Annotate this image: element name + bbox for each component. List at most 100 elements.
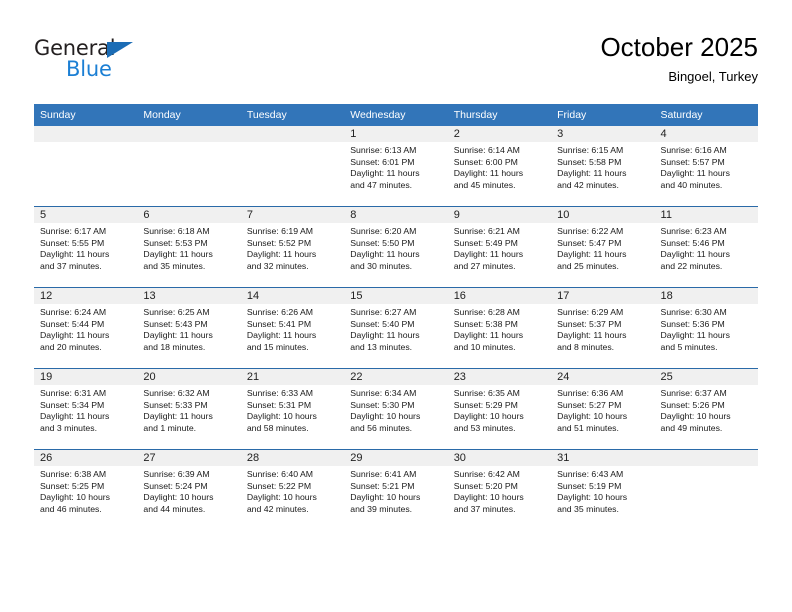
calendar-day-cell[interactable]: 18 Sunrise: 6:30 AM Sunset: 5:36 PM Dayligh… [654,287,758,369]
calendar-day-cell[interactable]: 19 Sunrise: 6:31 AM Sunset: 5:34 PM Dayligh… [34,368,138,450]
daylight-text-line2: and 8 minutes. [557,341,615,352]
calendar-day-cell[interactable]: 8 Sunrise: 6:20 AM Sunset: 5:50 PM Daylight… [344,206,448,288]
sunrise-text: Sunrise: 6:23 AM [660,226,727,236]
calendar-day-cell[interactable]: 29 Sunrise: 6:41 AM Sunset: 5:21 PM Dayligh… [344,449,448,530]
daylight-text-line2: and 40 minutes. [660,179,723,190]
daylight-text-line2: and 27 minutes. [453,260,516,271]
calendar-day-cell[interactable]: 26 Sunrise: 6:38 AM Sunset: 5:25 PM Dayligh… [34,449,138,530]
sunrise-text: Sunrise: 6:33 AM [246,388,314,398]
daylight-text-line2: and 18 minutes. [143,341,206,352]
day-details: Sunrise: 6:17 AM Sunset: 5:55 PM Daylight:… [34,223,137,272]
calendar-day-cell[interactable]: 16 Sunrise: 6:28 AM Sunset: 5:38 PM Dayligh… [447,287,552,369]
day-number: 11 [654,207,758,223]
calendar-week-row: 19 Sunrise: 6:31 AM Sunset: 5:34 PM Dayligh… [34,368,758,450]
sunset-text: Sunset: 6:01 PM [350,156,415,167]
logo-text-blue: Blue [66,57,112,81]
calendar-day-cell[interactable]: 14 Sunrise: 6:26 AM Sunset: 5:41 PM Dayligh… [240,287,345,369]
day-number: 22 [344,369,448,385]
calendar-day-cell[interactable]: 13 Sunrise: 6:25 AM Sunset: 5:43 PM Dayligh… [137,287,241,369]
day-details: Sunrise: 6:33 AM Sunset: 5:31 PM Daylight:… [241,385,344,434]
daylight-text-line2: and 44 minutes. [143,503,206,514]
daylight-text-line1: Daylight: 10 hours [660,411,731,422]
daylight-text-line2: and 1 minute. [143,422,197,433]
calendar-day-cell[interactable]: 20 Sunrise: 6:32 AM Sunset: 5:33 PM Dayligh… [137,368,241,450]
day-number: 28 [240,450,345,466]
calendar-day-cell[interactable]: 9 Sunrise: 6:21 AM Sunset: 5:49 PM Daylight… [447,206,552,288]
calendar-week-row: 1 Sunrise: 6:13 AM Sunset: 6:01 PM Daylight… [34,126,758,207]
sunrise-text: Sunrise: 6:16 AM [660,145,727,155]
daylight-text-line2: and 42 minutes. [557,179,619,190]
day-details: Sunrise: 6:13 AM Sunset: 6:01 PM Daylight:… [344,142,447,191]
calendar-day-cell[interactable]: 27 Sunrise: 6:39 AM Sunset: 5:24 PM Dayligh… [137,449,241,530]
day-number: 1 [344,126,448,142]
sunrise-text: Sunrise: 6:17 AM [40,226,107,236]
calendar-day-cell[interactable]: 25 Sunrise: 6:37 AM Sunset: 5:26 PM Dayligh… [654,368,758,450]
day-number: 6 [137,207,241,223]
sunrise-text: Sunrise: 6:19 AM [246,226,314,236]
day-details: Sunrise: 6:18 AM Sunset: 5:53 PM Daylight:… [137,223,240,272]
sunrise-text: Sunrise: 6:29 AM [557,307,624,317]
daylight-text-line2: and 47 minutes. [350,179,413,190]
calendar-day-cell[interactable]: 7 Sunrise: 6:19 AM Sunset: 5:52 PM Daylight… [240,206,345,288]
daylight-text-line1: Daylight: 10 hours [40,492,111,503]
sunset-text: Sunset: 5:55 PM [40,237,105,248]
calendar-day-cell[interactable]: 23 Sunrise: 6:35 AM Sunset: 5:29 PM Dayligh… [447,368,552,450]
sunset-text: Sunset: 5:29 PM [453,399,518,410]
calendar-day-cell[interactable]: 28 Sunrise: 6:40 AM Sunset: 5:22 PM Dayligh… [240,449,345,530]
calendar-week-row: 26 Sunrise: 6:38 AM Sunset: 5:25 PM Dayligh… [34,449,758,530]
day-number: 12 [34,288,138,304]
calendar-day-cell[interactable]: 10 Sunrise: 6:22 AM Sunset: 5:47 PM Dayligh… [551,206,655,288]
calendar-day-cell[interactable]: 1 Sunrise: 6:13 AM Sunset: 6:01 PM Daylight… [344,126,448,207]
daylight-text-line2: and 37 minutes. [453,503,516,514]
day-details: Sunrise: 6:24 AM Sunset: 5:44 PM Daylight:… [34,304,137,353]
sunset-text: Sunset: 5:24 PM [143,480,208,491]
calendar-day-cell[interactable]: 3 Sunrise: 6:15 AM Sunset: 5:58 PM Daylight… [551,126,655,207]
day-details: Sunrise: 6:36 AM Sunset: 5:27 PM Daylight:… [551,385,654,434]
sunrise-text: Sunrise: 6:34 AM [350,388,417,398]
day-number [34,126,138,142]
calendar-day-cell[interactable]: 22 Sunrise: 6:34 AM Sunset: 5:30 PM Dayligh… [344,368,448,450]
sunset-text: Sunset: 5:53 PM [143,237,208,248]
daylight-text-line2: and 3 minutes. [40,422,97,433]
day-number: 4 [654,126,758,142]
sunrise-text: Sunrise: 6:28 AM [453,307,520,317]
sunset-text: Sunset: 5:20 PM [453,480,518,491]
day-details: Sunrise: 6:32 AM Sunset: 5:33 PM Daylight:… [137,385,240,434]
calendar-day-cell[interactable]: 2 Sunrise: 6:14 AM Sunset: 6:00 PM Daylight… [447,126,552,207]
calendar-day-cell[interactable]: 30 Sunrise: 6:42 AM Sunset: 5:20 PM Dayligh… [447,449,552,530]
daylight-text-line2: and 35 minutes. [143,260,206,271]
daylight-text-line1: Daylight: 10 hours [143,492,214,503]
daylight-text-line2: and 20 minutes. [40,341,102,352]
daylight-text-line2: and 45 minutes. [453,179,516,190]
day-number: 19 [34,369,138,385]
title-block: October 2025 Bingoel, Turkey [600,32,758,84]
daylight-text-line1: Daylight: 11 hours [453,249,524,260]
calendar-day-cell[interactable]: 4 Sunrise: 6:16 AM Sunset: 5:57 PM Daylight… [654,126,758,207]
calendar-body: 1 Sunrise: 6:13 AM Sunset: 6:01 PM Daylight… [34,126,758,530]
sunset-text: Sunset: 5:38 PM [453,318,518,329]
calendar-day-cell[interactable]: 6 Sunrise: 6:18 AM Sunset: 5:53 PM Daylight… [137,206,241,288]
day-details: Sunrise: 6:16 AM Sunset: 5:57 PM Daylight:… [655,142,758,191]
sunset-text: Sunset: 5:30 PM [350,399,415,410]
general-blue-logo[interactable]: General Blue [34,36,164,84]
day-details: Sunrise: 6:20 AM Sunset: 5:50 PM Daylight:… [344,223,447,272]
daylight-text-line1: Daylight: 11 hours [143,249,213,260]
daylight-text-line2: and 46 minutes. [40,503,102,514]
calendar-day-cell[interactable]: 21 Sunrise: 6:33 AM Sunset: 5:31 PM Dayligh… [240,368,345,450]
calendar-day-cell[interactable]: 12 Sunrise: 6:24 AM Sunset: 5:44 PM Dayligh… [34,287,138,369]
weekday-header-monday: Monday [137,104,241,126]
calendar-day-cell[interactable]: 5 Sunrise: 6:17 AM Sunset: 5:55 PM Daylight… [34,206,138,288]
day-details: Sunrise: 6:27 AM Sunset: 5:40 PM Daylight:… [344,304,447,353]
calendar-day-cell[interactable]: 31 Sunrise: 6:43 AM Sunset: 5:19 PM Dayligh… [551,449,655,530]
calendar-day-cell[interactable]: 24 Sunrise: 6:36 AM Sunset: 5:27 PM Dayligh… [551,368,655,450]
day-details: Sunrise: 6:30 AM Sunset: 5:36 PM Daylight:… [655,304,758,353]
daylight-text-line1: Daylight: 11 hours [246,249,317,260]
daylight-text-line2: and 5 minutes. [660,341,718,352]
calendar-day-cell[interactable]: 15 Sunrise: 6:27 AM Sunset: 5:40 PM Dayligh… [344,287,448,369]
sunset-text: Sunset: 5:19 PM [557,480,622,491]
sunrise-text: Sunrise: 6:40 AM [246,469,314,479]
daylight-text-line1: Daylight: 11 hours [350,168,420,179]
calendar-day-cell[interactable]: 17 Sunrise: 6:29 AM Sunset: 5:37 PM Dayligh… [551,287,655,369]
calendar-day-cell[interactable]: 11 Sunrise: 6:23 AM Sunset: 5:46 PM Dayligh… [654,206,758,288]
daylight-text-line1: Daylight: 11 hours [453,330,524,341]
